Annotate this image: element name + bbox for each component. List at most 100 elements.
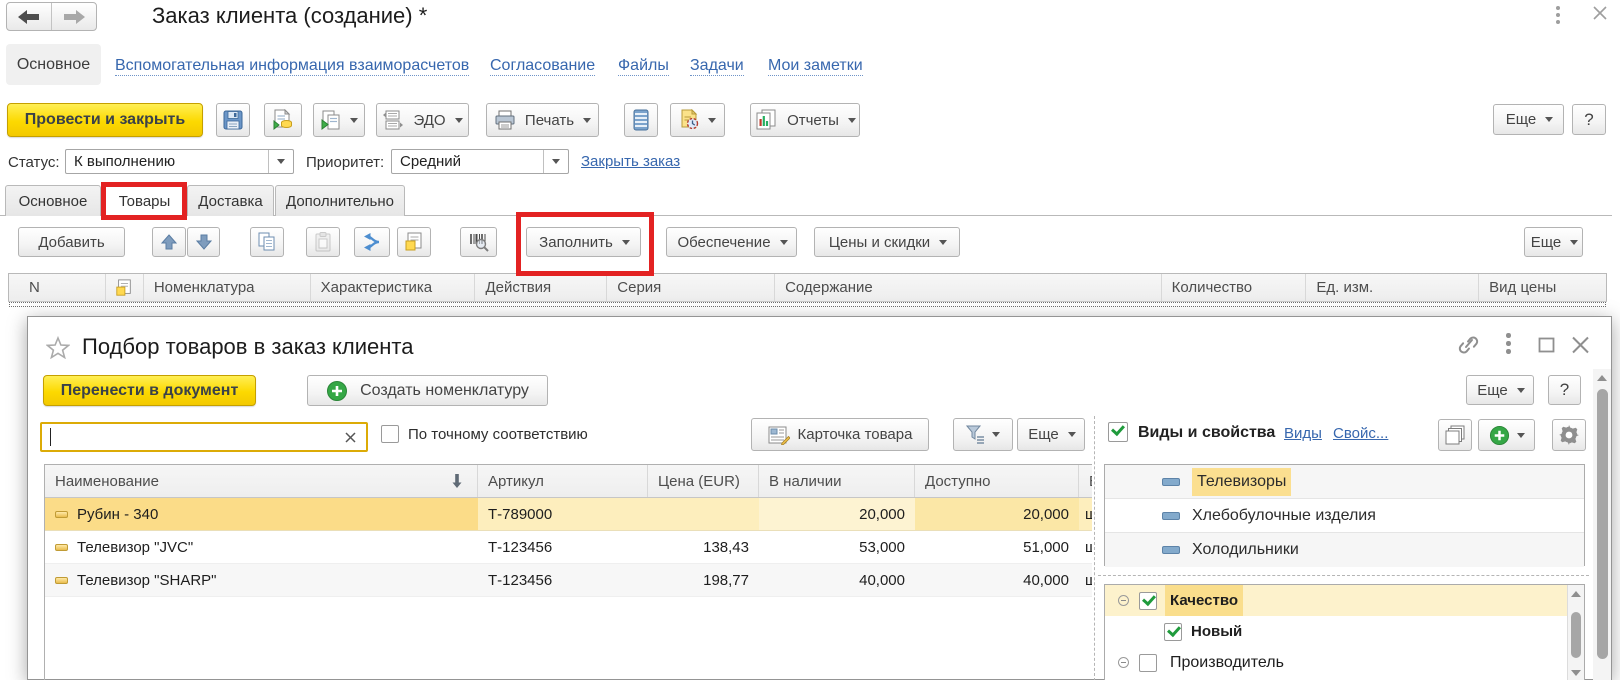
window-menu-kebab-icon[interactable] — [1556, 6, 1562, 24]
col-stock[interactable]: В наличии — [759, 465, 915, 497]
product-card-button[interactable]: Карточка товара — [751, 418, 929, 451]
goods-col-icon[interactable] — [106, 274, 144, 301]
table-more-button[interactable]: Еще — [1524, 227, 1583, 257]
edo-button[interactable]: ЭДО — [376, 103, 469, 137]
dialog-help-button[interactable]: ? — [1548, 375, 1581, 405]
compare-button[interactable] — [1438, 419, 1472, 451]
dialog-menu-kebab-icon[interactable] — [1506, 333, 1511, 354]
goods-col-nomenclature[interactable]: Номенклатура — [144, 274, 311, 301]
priority-combobox-arrow[interactable] — [543, 150, 568, 173]
list-more-button[interactable]: Еще — [1017, 418, 1085, 451]
properties-link[interactable]: Свойс... — [1333, 425, 1388, 442]
manufacturer-checkbox[interactable] — [1139, 654, 1157, 672]
create-nomenclature-button[interactable]: Создать номенклатуру — [307, 375, 548, 406]
dialog-more-button[interactable]: Еще — [1466, 375, 1534, 405]
save-button[interactable] — [216, 103, 250, 137]
scroll-down-icon[interactable] — [1571, 670, 1581, 676]
tree-row-quality[interactable]: Качество — [1105, 585, 1584, 616]
types-link[interactable]: Виды — [1284, 425, 1322, 442]
filter-button[interactable] — [953, 418, 1013, 451]
add-type-button[interactable] — [1478, 419, 1535, 451]
show-nomenclature-button[interactable] — [397, 227, 431, 257]
new-checkbox[interactable] — [1164, 623, 1182, 641]
forward-button[interactable] — [52, 3, 96, 30]
panel-horizontal-splitter[interactable] — [1098, 575, 1589, 576]
status-combobox-arrow[interactable] — [268, 150, 293, 173]
panel-splitter[interactable] — [1094, 416, 1095, 680]
goods-col-content[interactable]: Содержание — [775, 274, 1162, 301]
registers-button[interactable] — [624, 103, 658, 137]
col-name[interactable]: Наименование — [45, 465, 478, 497]
favorite-star-icon[interactable] — [46, 336, 70, 359]
barcode-search-button[interactable] — [460, 227, 497, 257]
add-row-button[interactable]: Добавить — [18, 227, 125, 257]
copy-row-button[interactable] — [250, 227, 284, 257]
back-button[interactable] — [7, 3, 52, 30]
post-and-close-button[interactable]: Провести и закрыть — [7, 103, 203, 137]
tab-delivery[interactable]: Доставка — [187, 185, 274, 216]
col-truncated[interactable]: В — [1079, 465, 1092, 497]
goods-col-characteristic[interactable]: Характеристика — [311, 274, 476, 301]
col-available[interactable]: Доступно — [915, 465, 1079, 497]
form-more-button[interactable]: Еще — [1493, 104, 1564, 135]
tab-extra[interactable]: Дополнительно — [275, 185, 405, 216]
nav-link-auxiliary-info[interactable]: Вспомогательная информация взаиморасчето… — [115, 57, 469, 76]
status-combobox[interactable]: К выполнению — [65, 149, 294, 174]
clear-search-icon[interactable] — [340, 427, 360, 447]
prices-discounts-button[interactable]: Цены и скидки — [814, 227, 960, 257]
quality-checkbox[interactable] — [1139, 592, 1157, 610]
scroll-up-icon[interactable] — [1597, 375, 1607, 381]
type-item-fridges[interactable]: Холодильники — [1105, 533, 1584, 567]
types-panel-checkbox[interactable] — [1108, 422, 1128, 442]
goods-col-price-kind[interactable]: Вид цены — [1479, 274, 1606, 301]
goods-col-quantity[interactable]: Количество — [1162, 274, 1307, 301]
post-document-button[interactable] — [264, 103, 302, 137]
product-row[interactable]: Телевизор "SHARP" Т-123456 198,77 40,000… — [45, 564, 1092, 597]
type-item-bakery[interactable]: Хлебобулочные изделия — [1105, 499, 1584, 533]
goods-col-n[interactable]: N — [9, 274, 106, 301]
tree-row-new[interactable]: Новый — [1105, 616, 1584, 647]
nav-link-my-notes[interactable]: Мои заметки — [768, 57, 863, 76]
close-order-link[interactable]: Закрыть заказ — [581, 153, 680, 170]
scroll-up-icon[interactable] — [1571, 591, 1581, 597]
exact-match-checkbox[interactable] — [381, 425, 399, 443]
tree-scrollbar-thumb[interactable] — [1571, 612, 1581, 658]
goods-col-actions[interactable]: Действия — [475, 274, 607, 301]
priority-combobox[interactable]: Средний — [391, 149, 569, 174]
settings-button[interactable] — [1552, 419, 1586, 451]
search-input[interactable] — [40, 422, 368, 452]
col-article[interactable]: Артикул — [478, 465, 648, 497]
move-up-button[interactable] — [152, 227, 186, 257]
print-button[interactable]: Печать — [486, 103, 599, 137]
dialog-maximize-icon[interactable] — [1538, 337, 1555, 353]
collapse-icon[interactable] — [1118, 595, 1129, 606]
product-row[interactable]: Телевизор "JVC" Т-123456 138,43 53,000 5… — [45, 531, 1092, 564]
dialog-scrollbar[interactable] — [1593, 369, 1611, 680]
dialog-scrollbar-thumb[interactable] — [1597, 389, 1608, 659]
nav-link-tasks[interactable]: Задачи — [690, 57, 744, 76]
collapse-icon[interactable] — [1118, 657, 1129, 668]
get-link-icon[interactable] — [1456, 333, 1481, 357]
nav-section-main[interactable]: Основное — [6, 44, 101, 85]
dialog-close-icon[interactable] — [1571, 336, 1590, 354]
reports-button[interactable]: Отчеты — [750, 103, 860, 137]
tree-scrollbar[interactable] — [1567, 585, 1584, 680]
tab-main[interactable]: Основное — [5, 185, 101, 216]
nav-link-files[interactable]: Файлы — [618, 57, 669, 76]
transfer-to-document-button[interactable]: Перенести в документ — [43, 375, 256, 406]
col-price[interactable]: Цена (EUR) — [648, 465, 759, 497]
paste-row-button[interactable] — [306, 227, 340, 257]
create-based-on-button[interactable] — [313, 103, 365, 137]
distribute-button[interactable] — [354, 227, 390, 257]
window-close-icon[interactable] — [1592, 5, 1608, 21]
supply-button[interactable]: Обеспечение — [666, 227, 797, 257]
type-item-tv[interactable]: Телевизоры — [1105, 465, 1584, 499]
move-down-button[interactable] — [187, 227, 220, 257]
goods-col-series[interactable]: Серия — [607, 274, 775, 301]
product-row-selected[interactable]: Рубин - 340 Т-789000 20,000 20,000 ш — [45, 498, 1092, 531]
reminder-button[interactable] — [670, 103, 725, 137]
goods-col-unit[interactable]: Ед. изм. — [1306, 274, 1479, 301]
nav-link-approval[interactable]: Согласование — [490, 57, 595, 76]
form-help-button[interactable]: ? — [1572, 104, 1606, 135]
tree-row-manufacturer[interactable]: Производитель — [1105, 647, 1584, 678]
